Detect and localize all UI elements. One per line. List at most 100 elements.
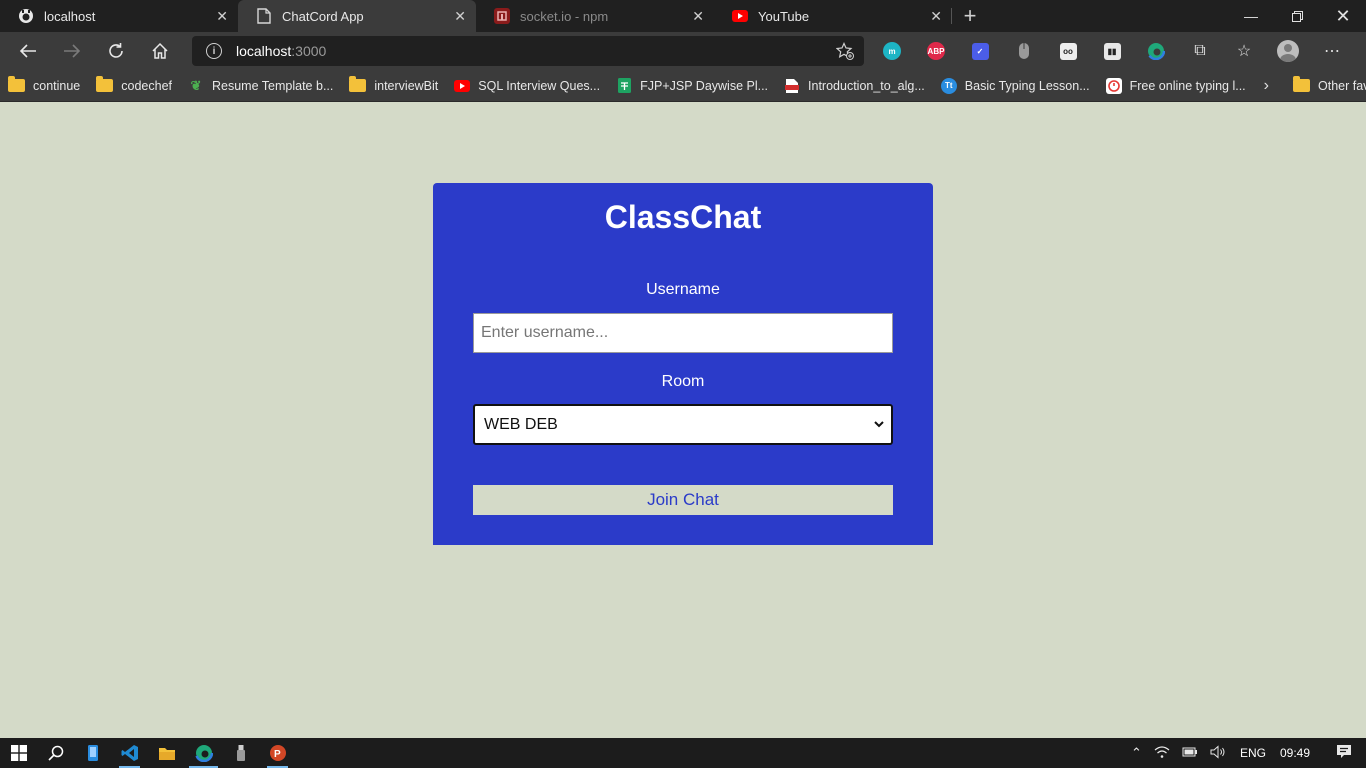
extensions-puzzle-icon[interactable]: ⧉ (1178, 32, 1222, 70)
extension-glasses-icon[interactable]: oo (1046, 32, 1090, 70)
home-button[interactable] (138, 32, 182, 70)
search-button[interactable] (37, 738, 74, 768)
extension-chart-icon[interactable]: ▮▮ (1090, 32, 1134, 70)
language-indicator[interactable]: ENG (1240, 746, 1266, 760)
back-button[interactable] (6, 32, 50, 70)
page-icon (256, 8, 272, 24)
bookmark-label: codechef (121, 78, 172, 93)
favorites-icon[interactable]: ☆ (1222, 32, 1266, 70)
taskbar-app-vscode[interactable] (111, 738, 148, 768)
restore-button[interactable] (1274, 0, 1320, 32)
page-content: ClassChat Username Room WEB DEB Join Cha… (0, 103, 1366, 738)
edge-icon (194, 744, 213, 762)
bookmark-label: Free online typing l... (1129, 78, 1246, 93)
bookmark-continue[interactable]: continue (8, 76, 80, 93)
pdf-icon (784, 78, 800, 93)
bookmark-label: SQL Interview Ques... (478, 78, 601, 93)
bookmark-fjp-jsp[interactable]: FJP+JSP Daywise Pl... (616, 78, 769, 93)
bookmark-label: interviewBit (374, 78, 439, 93)
folder-icon (96, 76, 114, 92)
typing-icon: Tt (940, 77, 957, 94)
taskbar-app-phone[interactable] (74, 738, 111, 768)
bookmark-sql-interview[interactable]: SQL Interview Ques... (454, 79, 600, 93)
refresh-icon (109, 43, 123, 58)
address-bar[interactable]: i localhost:3000 (192, 36, 864, 66)
start-button[interactable] (0, 738, 37, 768)
bookmark-basic-typing[interactable]: Tt Basic Typing Lesson... (940, 77, 1090, 94)
site-info-icon[interactable]: i (206, 43, 222, 59)
chevron-right-icon[interactable]: › (1264, 77, 1269, 95)
bookmark-label: FJP+JSP Daywise Pl... (640, 78, 769, 93)
tab-chatcord[interactable]: ChatCord App ✕ (238, 0, 476, 32)
tab-title: socket.io - npm (520, 8, 609, 24)
windows-taskbar: P ⌃ ENG 09:49 (0, 738, 1366, 768)
new-tab-button[interactable]: + (952, 0, 988, 32)
close-tab-icon[interactable]: ✕ (454, 8, 466, 24)
tab-socketio-npm[interactable]: socket.io - npm ✕ (476, 0, 714, 32)
npm-icon (494, 8, 510, 24)
bookmark-label: Other favorites (1318, 78, 1366, 93)
minimize-button[interactable]: — (1228, 0, 1274, 32)
bookmark-resume-template[interactable]: ❦ Resume Template b... (188, 77, 334, 93)
clock[interactable]: 09:49 (1280, 746, 1310, 760)
settings-more-icon[interactable]: ⋯ (1310, 32, 1354, 70)
bookmark-label: Basic Typing Lesson... (964, 78, 1090, 93)
chevron-down-icon (874, 421, 884, 428)
forward-button[interactable] (50, 32, 94, 70)
close-tab-icon[interactable]: ✕ (930, 8, 942, 24)
room-select[interactable]: WEB DEB (473, 404, 893, 445)
window-controls: — ✕ (1228, 0, 1366, 32)
room-label: Room (661, 373, 705, 390)
refresh-button[interactable] (94, 32, 138, 70)
leaf-icon: ❦ (190, 77, 202, 93)
taskbar-app-powerpoint[interactable]: P (259, 738, 296, 768)
notifications-icon[interactable] (1336, 744, 1352, 762)
forward-arrow-icon (64, 44, 81, 58)
taskbar-app-usb[interactable] (222, 738, 259, 768)
app-title: ClassChat (604, 199, 762, 235)
edge-icon[interactable] (1134, 32, 1178, 70)
vscode-icon (121, 745, 138, 761)
youtube-icon (732, 8, 748, 24)
battery-icon[interactable] (1182, 746, 1198, 761)
folder-icon (8, 76, 25, 92)
room-selected-value: WEB DEB (484, 415, 558, 433)
adblock-plus-icon[interactable]: ABP (914, 32, 958, 70)
tab-localhost[interactable]: localhost ✕ (0, 0, 238, 32)
windows-logo-icon (10, 745, 27, 761)
volume-icon[interactable] (1210, 744, 1226, 762)
bookmark-codechef[interactable]: codechef (96, 76, 172, 93)
bookmark-free-online-typing[interactable]: Free online typing l... (1105, 77, 1246, 94)
taskbar-app-edge[interactable] (185, 738, 222, 768)
bookmark-interviewbit[interactable]: interviewBit (349, 76, 439, 93)
svg-text:P: P (274, 749, 281, 760)
tab-title: localhost (44, 8, 96, 24)
mouse-extension-icon[interactable] (1002, 32, 1046, 70)
wifi-icon[interactable] (1154, 745, 1170, 762)
search-icon (47, 745, 63, 761)
powerpoint-icon: P (269, 745, 286, 761)
close-window-button[interactable]: ✕ (1320, 0, 1366, 32)
username-label: Username (646, 281, 720, 298)
extension-m-icon[interactable]: m (870, 32, 914, 70)
tab-youtube[interactable]: YouTube ✕ (714, 0, 952, 32)
bookmark-other-favorites[interactable]: Other favorites (1293, 76, 1366, 93)
tab-title: YouTube (758, 8, 810, 24)
show-hidden-icons-chevron-up-icon[interactable]: ⌃ (1131, 745, 1142, 761)
browser-tab-strip: localhost ✕ ChatCord App ✕ socket.io - n… (0, 0, 1366, 32)
bookmark-label: Introduction_to_alg... (808, 78, 925, 93)
taskbar-app-file-explorer[interactable] (148, 738, 185, 768)
folder-icon (158, 748, 175, 760)
add-favorite-icon[interactable] (835, 42, 854, 64)
close-tab-icon[interactable]: ✕ (216, 8, 228, 24)
extension-check-icon[interactable]: ✓ (958, 32, 1002, 70)
browser-toolbar: i localhost:3000 m ABP ✓ oo ▮▮ ⧉ ☆ ⋯ (0, 32, 1366, 70)
bookmark-label: Resume Template b... (212, 78, 334, 93)
bookmark-introduction-to-alg[interactable]: Introduction_to_alg... (784, 78, 925, 93)
url-port: :3000 (291, 43, 327, 59)
close-tab-icon[interactable]: ✕ (692, 8, 704, 24)
username-input[interactable] (473, 313, 893, 353)
profile-button[interactable] (1266, 32, 1310, 70)
sheets-icon (616, 78, 632, 93)
join-chat-button[interactable]: Join Chat (473, 485, 893, 515)
